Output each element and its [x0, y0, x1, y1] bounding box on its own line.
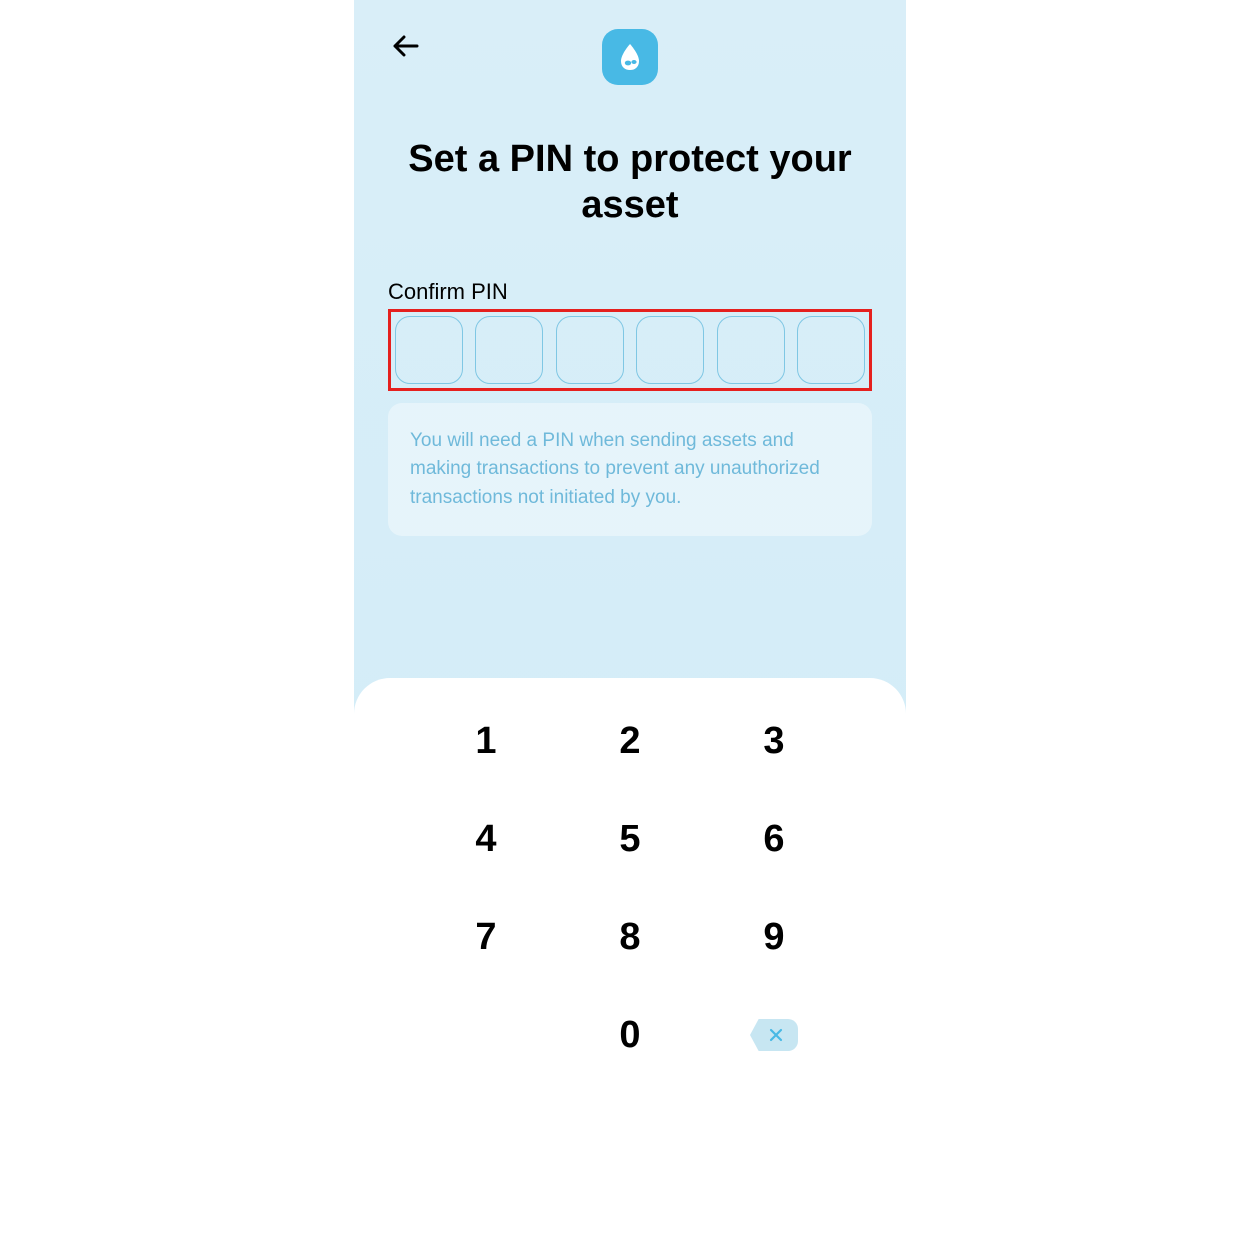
pin-digit-6[interactable]: [797, 316, 865, 384]
header: [354, 0, 906, 80]
info-text: You will need a PIN when sending assets …: [410, 427, 850, 513]
info-box: You will need a PIN when sending assets …: [388, 403, 872, 537]
keypad-key-3[interactable]: 3: [744, 716, 804, 766]
keypad-key-0[interactable]: 0: [600, 1010, 660, 1060]
pin-digit-3[interactable]: [556, 316, 624, 384]
pin-label: Confirm PIN: [388, 279, 872, 305]
pin-digit-4[interactable]: [636, 316, 704, 384]
pin-digit-5[interactable]: [717, 316, 785, 384]
keypad-key-5[interactable]: 5: [600, 814, 660, 864]
pin-input-row: [388, 309, 872, 391]
pin-section: Confirm PIN: [354, 279, 906, 391]
keypad-backspace[interactable]: [750, 1019, 798, 1051]
pin-digit-2[interactable]: [475, 316, 543, 384]
numeric-keypad: 1 2 3 4 5 6 7 8 9 0: [354, 678, 906, 1260]
arrow-left-icon: [393, 35, 419, 57]
close-icon: [769, 1028, 783, 1042]
keypad-key-8[interactable]: 8: [600, 912, 660, 962]
app-screen: Set a PIN to protect your asset Confirm …: [354, 0, 906, 1260]
back-button[interactable]: [392, 32, 420, 60]
keypad-key-6[interactable]: 6: [744, 814, 804, 864]
keypad-key-9[interactable]: 9: [744, 912, 804, 962]
droplet-icon: [614, 41, 646, 73]
keypad-key-2[interactable]: 2: [600, 716, 660, 766]
keypad-key-1[interactable]: 1: [456, 716, 516, 766]
pin-digit-1[interactable]: [395, 316, 463, 384]
app-logo: [602, 29, 658, 85]
page-title: Set a PIN to protect your asset: [354, 136, 906, 229]
keypad-key-4[interactable]: 4: [456, 814, 516, 864]
keypad-key-7[interactable]: 7: [456, 912, 516, 962]
